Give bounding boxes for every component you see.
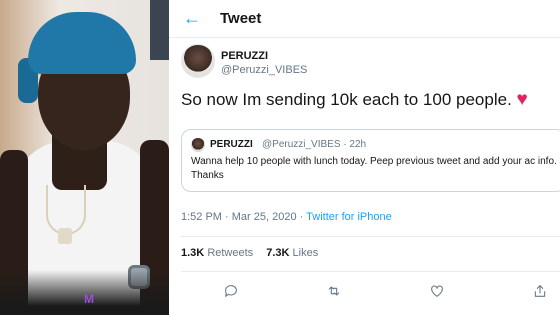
photo-wall-frame bbox=[150, 0, 169, 60]
share-icon[interactable] bbox=[528, 279, 552, 303]
retweets-stat[interactable]: 1.3K Retweets bbox=[181, 247, 253, 259]
page-title: Tweet bbox=[220, 10, 262, 27]
quoted-text: Wanna help 10 people with lunch today. P… bbox=[191, 156, 557, 181]
quoted-author-handle: @Peruzzi_VIBES · 22h bbox=[262, 139, 367, 150]
tweet-stats: 1.3K Retweets 7.3K Likes bbox=[181, 247, 318, 259]
author-name[interactable]: PERUZZI bbox=[221, 50, 268, 62]
like-icon[interactable] bbox=[425, 279, 449, 303]
divider bbox=[181, 236, 560, 237]
reply-icon[interactable] bbox=[219, 279, 243, 303]
quoted-avatar bbox=[191, 138, 205, 152]
tweet-text: So now Im sending 10k each to 100 people… bbox=[181, 89, 551, 111]
tweet-body: So now Im sending 10k each to 100 people… bbox=[181, 90, 512, 109]
divider bbox=[181, 271, 560, 272]
retweets-label: Retweets bbox=[207, 247, 254, 259]
arrow-left-icon[interactable]: ← bbox=[183, 9, 201, 27]
watermark-logo: M bbox=[84, 292, 94, 306]
tweet-panel: ← Tweet PERUZZI @Peruzzi_VIBES So now Im… bbox=[169, 0, 560, 315]
retweets-count: 1.3K bbox=[181, 247, 205, 259]
peruzzi-photo: M bbox=[0, 0, 169, 315]
likes-stat[interactable]: 7.3K Likes bbox=[266, 247, 318, 259]
quoted-tweet[interactable]: PERUZZI @Peruzzi_VIBES · 22h Wanna help … bbox=[181, 129, 560, 192]
heart-emoji-icon: ♥ bbox=[516, 89, 528, 110]
tweet-header: ← Tweet bbox=[169, 0, 560, 38]
tweet-timestamp[interactable]: 1:52 PM · Mar 25, 2020 · bbox=[181, 211, 306, 223]
likes-count: 7.3K bbox=[266, 247, 290, 259]
quoted-author-name: PERUZZI bbox=[210, 139, 253, 150]
avatar[interactable] bbox=[181, 44, 215, 78]
author-handle[interactable]: @Peruzzi_VIBES bbox=[221, 64, 307, 76]
tweet-actions bbox=[169, 279, 560, 303]
retweet-icon[interactable] bbox=[322, 279, 346, 303]
likes-label: Likes bbox=[292, 247, 319, 259]
tweet-metadata: 1:52 PM · Mar 25, 2020 · Twitter for iPh… bbox=[181, 211, 392, 223]
tweet-source-link[interactable]: Twitter for iPhone bbox=[306, 211, 392, 223]
photo-pendant bbox=[58, 228, 72, 244]
